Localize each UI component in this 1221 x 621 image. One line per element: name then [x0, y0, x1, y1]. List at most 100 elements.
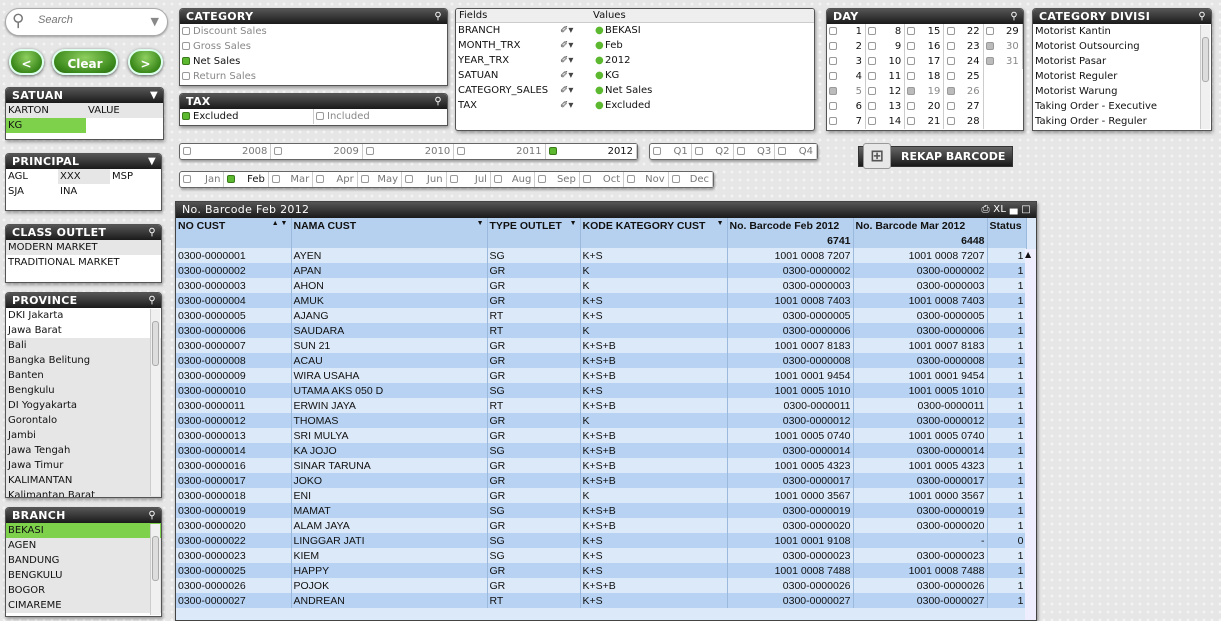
column-header[interactable]: TYPE OUTLET ▼ — [487, 218, 581, 233]
table-row[interactable]: 0300-0000004 AMUK GR K+S 1001 0008 7403 1001 … — [176, 293, 1027, 308]
month-item[interactable]: Nov — [624, 172, 669, 187]
table-row[interactable]: 0300-0000003 AHON GR K 0300-0000003 0300-0000… — [176, 278, 1027, 293]
search-icon[interactable]: ⚲ — [434, 9, 442, 24]
quarter-item[interactable]: Q4 — [775, 144, 817, 159]
category-divisi-item[interactable]: Motorist Outsourcing — [1033, 39, 1211, 54]
province-item[interactable]: KALIMANTAN — [6, 473, 161, 488]
table-row[interactable]: 0300-0000027 ANDREAN RT K+S 0300-0000027 0300… — [176, 593, 1027, 608]
day-item[interactable]: 30 — [984, 39, 1023, 54]
province-item[interactable]: Jawa Tengah — [6, 443, 161, 458]
day-item[interactable]: 8 — [866, 24, 906, 39]
province-item[interactable]: Banten — [6, 368, 161, 383]
province-item[interactable]: Bali — [6, 338, 161, 353]
day-item[interactable]: 26 — [945, 84, 984, 99]
day-item[interactable]: 21 — [905, 114, 945, 129]
rekap-barcode-button[interactable]: ⊞ REKAP BARCODE — [858, 143, 1013, 169]
day-item[interactable]: 13 — [866, 99, 906, 114]
month-item[interactable]: Jan — [180, 172, 225, 187]
class-outlet-item[interactable]: TRADITIONAL MARKET — [6, 255, 161, 270]
dropdown-icon[interactable]: ▼ — [148, 154, 156, 169]
month-item[interactable]: Jul — [447, 172, 491, 187]
month-item[interactable]: May — [358, 172, 403, 187]
table-row[interactable]: 0300-0000001 AYEN SG K+S 1001 0008 7207 1001 … — [176, 248, 1027, 263]
province-item[interactable]: Bangka Belitung — [6, 353, 161, 368]
export-xl-button[interactable]: XL — [993, 204, 1006, 215]
day-item[interactable]: 25 — [945, 69, 984, 84]
eraser-dropdown-icon[interactable]: ✐▾ — [560, 98, 595, 113]
province-item[interactable]: Bengkulu — [6, 383, 161, 398]
table-row[interactable]: 0300-0000023 KIEM SG K+S 0300-0000023 0300-00… — [176, 548, 1027, 563]
chevron-down-icon[interactable]: ▼ — [151, 15, 159, 28]
table-row[interactable]: 0300-0000016 SINAR TARUNA GR K+S+B 1001 0005… — [176, 458, 1027, 473]
year-item[interactable]: 2008 — [180, 144, 272, 159]
day-item[interactable]: 1 — [827, 24, 866, 39]
selection-row[interactable]: MONTH_TRX ✐▾ ● Feb — [456, 38, 814, 53]
table-row[interactable]: 0300-0000005 AJANG RT K+S 0300-0000005 0300-0… — [176, 308, 1027, 323]
search-icon[interactable]: ⚲ — [434, 94, 442, 109]
search-box[interactable]: ⚲ ▼ — [5, 8, 168, 36]
category-divisi-item[interactable]: Taking Order - Executive — [1033, 99, 1211, 114]
search-icon[interactable]: ⚲ — [1010, 9, 1018, 24]
branch-item[interactable]: AGEN — [6, 538, 161, 553]
province-item[interactable]: Jambi — [6, 428, 161, 443]
day-item[interactable]: 22 — [945, 24, 984, 39]
quarter-item[interactable]: Q3 — [734, 144, 776, 159]
month-item[interactable]: Mar — [269, 172, 314, 187]
year-item[interactable]: 2011 — [454, 144, 546, 159]
branch-item[interactable]: CIMAREME — [6, 598, 161, 613]
day-item[interactable]: 29 — [984, 24, 1023, 39]
day-item[interactable]: 10 — [866, 54, 906, 69]
selection-row[interactable]: TAX ✐▾ ● Excluded — [456, 98, 814, 113]
category-divisi-item[interactable]: Motorist Warung — [1033, 84, 1211, 99]
table-row[interactable]: 0300-0000020 ALAM JAYA GR K+S+B 0300-0000020… — [176, 518, 1027, 533]
table-row[interactable]: 0300-0000013 SRI MULYA GR K+S+B 1001 0005 07… — [176, 428, 1027, 443]
province-item[interactable]: Gorontalo — [6, 413, 161, 428]
sort-dropdown-icon[interactable]: ▼ — [477, 220, 484, 227]
branch-item[interactable]: BANDUNG — [6, 553, 161, 568]
principal-item[interactable]: AGL — [6, 169, 58, 184]
selection-row[interactable]: YEAR_TRX ✐▾ ● 2012 — [456, 53, 814, 68]
quarter-item[interactable]: Q1 — [650, 144, 692, 159]
principal-item[interactable]: XXX — [58, 169, 110, 184]
day-item[interactable]: 6 — [827, 99, 866, 114]
forward-button[interactable]: > — [128, 49, 163, 75]
day-item[interactable]: 15 — [905, 24, 945, 39]
search-icon[interactable]: ⚲ — [148, 225, 156, 240]
quarter-item[interactable]: Q2 — [692, 144, 734, 159]
table-row[interactable]: 0300-0000022 LINGGAR JATI SG K+S 1001 0001 9… — [176, 533, 1027, 548]
year-item[interactable]: 2010 — [363, 144, 455, 159]
year-item[interactable]: 2012 — [546, 144, 638, 159]
column-header[interactable]: KODE KATEGORY CUST ▼ — [580, 218, 728, 233]
tax-item[interactable]: Excluded — [180, 109, 314, 124]
principal-item[interactable]: INA — [58, 184, 110, 199]
selection-row[interactable]: SATUAN ✐▾ ● KG — [456, 68, 814, 83]
category-divisi-item[interactable]: Taking Order - Reguler — [1033, 114, 1211, 129]
day-item[interactable]: 17 — [905, 54, 945, 69]
category-divisi-item[interactable]: Motorist Pasar — [1033, 54, 1211, 69]
category-item[interactable]: Discount Sales — [180, 24, 447, 39]
day-item[interactable]: 2 — [827, 39, 866, 54]
branch-item[interactable]: BOGOR — [6, 583, 161, 598]
day-item[interactable]: 4 — [827, 69, 866, 84]
category-divisi-item[interactable]: Motorist Reguler — [1033, 69, 1211, 84]
column-header[interactable]: No. Barcode Mar 2012 — [853, 218, 988, 233]
table-row[interactable]: 0300-0000006 SAUDARA RT K 0300-0000006 0300-0… — [176, 323, 1027, 338]
day-item[interactable]: 27 — [945, 99, 984, 114]
table-row[interactable]: 0300-0000012 THOMAS GR K 0300-0000012 0300-00… — [176, 413, 1027, 428]
table-row[interactable]: 0300-0000002 APAN GR K 0300-0000002 0300-0000… — [176, 263, 1027, 278]
province-item[interactable]: DKI Jakarta — [6, 308, 161, 323]
day-item[interactable]: 18 — [905, 69, 945, 84]
back-button[interactable]: < — [9, 49, 44, 75]
day-item[interactable]: 14 — [866, 114, 906, 129]
table-row[interactable]: 0300-0000017 JOKO GR K+S+B 0300-0000017 0300-… — [176, 473, 1027, 488]
table-row[interactable]: 0300-0000025 HAPPY GR K+S 1001 0008 7488 1001… — [176, 563, 1027, 578]
category-item[interactable]: Net Sales — [180, 54, 447, 69]
eraser-dropdown-icon[interactable]: ✐▾ — [560, 38, 595, 53]
branch-scrollbar[interactable] — [150, 524, 160, 615]
month-item[interactable]: Dec — [669, 172, 714, 187]
print-icon[interactable]: ⎙ — [981, 204, 989, 215]
month-item[interactable]: Apr — [313, 172, 358, 187]
month-item[interactable]: Oct — [580, 172, 625, 187]
day-item[interactable]: 31 — [984, 54, 1023, 69]
maximize-icon[interactable]: □ — [1021, 204, 1031, 215]
